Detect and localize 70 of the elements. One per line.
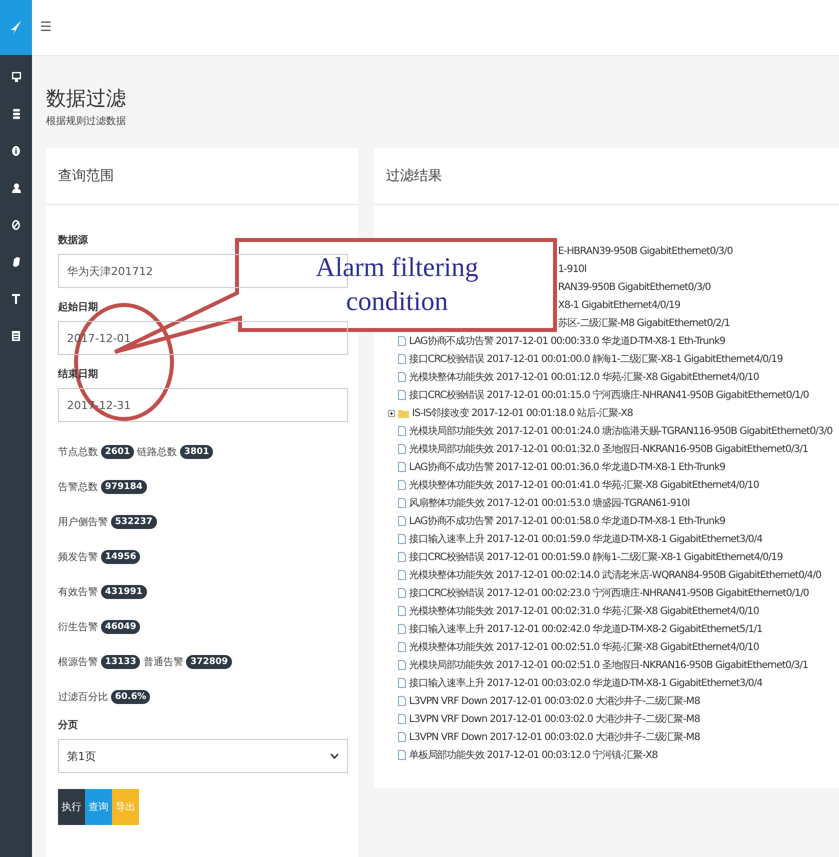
alarm-entry[interactable]: LAG协商不成功告警 2017-12-01 00:01:58.0 华龙道D-TM-X8-1 Eth-Trunk9 (409, 514, 726, 528)
info-icon[interactable] (12, 146, 20, 156)
stat-label: 节点总数 (58, 446, 98, 458)
paper-plane-icon (10, 20, 22, 34)
alarm-entry[interactable]: 苏区-二级汇聚-M8 GigabitEthernet0/2/1 (558, 316, 730, 330)
alarm-entry[interactable]: 接口CRC校验错误 2017-12-01 00:01:00.0 静海1-二级汇聚-X8-1 GigabitEthernet4/0/19 (409, 352, 783, 366)
tag-icon[interactable] (12, 257, 20, 267)
stat-label: 告警总数 (58, 480, 98, 494)
count-badge: 46049 (101, 620, 140, 634)
alarm-entry[interactable]: X8-1 GigabitEthernet4/0/19 (558, 300, 680, 310)
database-icon[interactable] (12, 109, 20, 119)
chevron-icon (330, 753, 339, 759)
card-title: 过滤结果 (386, 167, 442, 185)
stat-label: 用户侧告警 (58, 516, 108, 528)
field-label: 数据源 (58, 234, 89, 247)
alarm-entry[interactable]: LAG协商不成功告警 2017-12-01 00:01:36.0 华龙道D-TM-X8-1 Eth-Trunk9 (409, 460, 726, 474)
count-badge: 2601 (101, 444, 134, 458)
alarm-entry[interactable]: 光模块局部功能失效 2017-12-01 00:01:32.0 圣地假日-NKRAN16-950B GigabitEthernet0/3/1 (409, 442, 808, 456)
count-badge: 431991 (101, 584, 147, 598)
alarm-entry[interactable]: E-HBRAN39-950B GigabitEthernet0/3/0 (558, 246, 733, 256)
alarm-entry[interactable]: 光模块局部功能失效 2017-12-01 00:02:51.0 圣地假日-NKRAN16-950B GigabitEthernet0/3/1 (409, 658, 808, 672)
folder-icon (398, 408, 409, 418)
stat-label: 过滤百分比 (58, 690, 108, 704)
card-title: 查询范围 (58, 167, 114, 185)
count-badge: 3801 (180, 444, 214, 458)
menu-button[interactable]: ☰ (38, 20, 54, 35)
list-icon[interactable] (12, 331, 20, 341)
alarm-entry[interactable]: 接口输入速率上升 2017-12-01 00:02:42.0 华龙道D-TM-X8-2 GigabitEthernet5/1/1 (409, 622, 762, 636)
alarm-entry[interactable]: 接口输入速率上升 2017-12-01 00:01:59.0 华龙道D-TM-X8-1 GigabitEthernet3/0/4 (409, 532, 762, 546)
alarm-entry[interactable]: 光模块局部功能失效 2017-12-01 00:01:24.0 塘沽临港天赐-TGRAN116-950B GigabitEthernet0/3/0 (409, 424, 832, 438)
user-icon[interactable] (12, 183, 20, 193)
alarm-entry[interactable]: 单板局部功能失效 2017-12-01 00:03:12.0 宁河镇-汇聚-X8 (409, 748, 658, 762)
count-badge: 13133 (101, 654, 140, 668)
alarm-entry[interactable]: RAN39-950B GigabitEthernet0/3/0 (558, 282, 711, 292)
alarm-entry[interactable]: 接口输入速率上升 2017-12-01 00:03:02.0 华龙道D-TM-X8-1 GigabitEthernet3/0/4 (409, 676, 762, 690)
ban-icon[interactable] (12, 220, 20, 230)
stat-label: 普通告警 (143, 656, 184, 668)
alarm-entry[interactable]: L3VPN VRF Down 2017-12-01 00:03:02.0 大港沙井子-二级汇聚-M8 (409, 730, 700, 744)
alarm-entry[interactable]: 风扇整体功能失效 2017-12-01 00:01:53.0 塘盛园-TGRAN61-910I (409, 496, 690, 510)
alarm-entry[interactable]: 光模块整体功能失效 2017-12-01 00:01:12.0 华苑-汇聚-X8 GigabitEthernet4/0/10 (409, 370, 759, 384)
stat-label: 频发告警 (58, 550, 98, 564)
alarm-entry[interactable]: L3VPN VRF Down 2017-12-01 00:03:02.0 大港沙井子-二级汇聚-M8 (409, 712, 700, 726)
alarm-entry[interactable]: 光模块整体功能失效 2017-12-01 00:02:51.0 华苑-汇聚-X8 GigabitEthernet4/0/10 (409, 640, 759, 654)
stat-label: 根源告警 (58, 656, 98, 668)
stat-label: 衍生告警 (58, 620, 98, 634)
count-badge: 979184 (101, 480, 147, 494)
alarm-entry[interactable]: 接口CRC校验错误 2017-12-01 00:02:23.0 宁河西塘庄-NHRAN41-950B GigabitEthernet0/1/0 (409, 586, 809, 600)
field-label: 起始日期 (58, 300, 99, 314)
alarm-entry[interactable]: IS-IS邻接改变 2017-12-01 00:01:18.0 站后-汇聚-X8 (412, 406, 633, 420)
alarm-entry[interactable]: 光模块整体功能失效 2017-12-01 00:02:31.0 华苑-汇聚-X8 GigabitEthernet4/0/10 (409, 604, 759, 618)
count-badge: 60.6% (111, 690, 150, 704)
action-button[interactable]: 执行 (58, 789, 85, 825)
page-title: 数据过滤 (46, 86, 127, 110)
count-badge: 372809 (186, 654, 232, 668)
alarm-entry[interactable]: 光模块整体功能失效 2017-12-01 00:02:14.0 武清老米店-WQRAN84-950B GigabitEthernet0/4/0 (409, 568, 822, 582)
alarm-entry[interactable]: 光模块整体功能失效 2017-12-01 00:01:41.0 华苑-汇聚-X8 GigabitEthernet4/0/10 (409, 478, 759, 492)
alarm-entry[interactable]: LAG协商不成功告警 2017-12-01 00:00:33.0 华龙道D-TM-X8-1 Eth-Trunk9 (409, 334, 726, 348)
count-badge: 14956 (101, 550, 140, 564)
stat-label: 有效告警 (58, 586, 98, 598)
page-subtitle: 根据规则过滤数据 (46, 114, 127, 128)
field-label: 分页 (58, 718, 79, 732)
stat-label: 链路总数 (137, 446, 178, 458)
alarm-entry[interactable]: 接口CRC校验错误 2017-12-01 00:01:15.0 宁河西塘庄-NHRAN41-950B GigabitEthernet0/1/0 (409, 388, 809, 402)
alarm-entry[interactable]: 1-910I (558, 264, 586, 274)
expand-icon[interactable] (388, 410, 395, 416)
monitor-icon[interactable] (12, 72, 20, 82)
alarm-entry[interactable]: L3VPN VRF Down 2017-12-01 00:03:02.0 大港沙井子-二级汇聚-M8 (409, 694, 700, 708)
page-select[interactable]: 第1页 (58, 739, 348, 773)
count-badge: 532237 (111, 514, 157, 528)
alarm-entry[interactable]: 接口CRC校验错误 2017-12-01 00:01:59.0 静海1-二级汇聚-X8-1 GigabitEthernet4/0/19 (409, 550, 783, 564)
